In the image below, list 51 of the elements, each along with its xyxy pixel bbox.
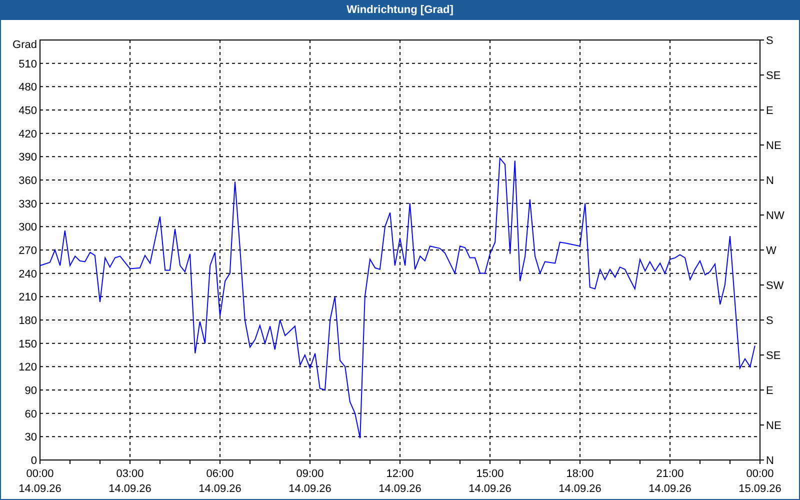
y-tick-label: 480 [18, 82, 37, 94]
window-title: Windrichtung [Grad] [346, 2, 454, 18]
y-tick-label: 210 [18, 292, 37, 304]
x-tick-label: 06:00 [206, 468, 234, 480]
x-tick-label: 15:00 [476, 468, 504, 480]
y-tick-label: 420 [18, 128, 37, 140]
x-tick-date: 14.09.26 [468, 483, 512, 495]
x-tick-date: 14.09.26 [18, 483, 62, 495]
x-tick-label: 21:00 [656, 468, 684, 480]
direction-tick-label: SE [766, 70, 781, 82]
y-axis-title: Grad [12, 39, 37, 51]
y-tick-label: 240 [18, 268, 37, 280]
x-tick-label: 09:00 [296, 468, 324, 480]
y-tick-label: 330 [18, 198, 37, 210]
y-tick-label: 150 [18, 338, 37, 350]
x-tick-date: 15.09.26 [738, 483, 782, 495]
direction-tick-label: NE [766, 140, 782, 152]
y-tick-label: 450 [18, 105, 37, 117]
direction-tick-label: E [766, 105, 774, 117]
direction-tick-label: SW [766, 280, 784, 292]
x-tick-date: 14.09.26 [558, 483, 602, 495]
direction-tick-label: S [766, 315, 774, 327]
x-tick-label: 00:00 [26, 468, 54, 480]
y-tick-label: 120 [18, 362, 37, 374]
x-tick-date: 14.09.26 [288, 483, 332, 495]
y-tick-label: 60 [24, 408, 37, 420]
x-tick-date: 14.09.26 [198, 483, 242, 495]
y-tick-label: 300 [18, 222, 37, 234]
x-tick-label: 03:00 [116, 468, 144, 480]
direction-tick-label: W [766, 245, 776, 257]
y-tick-label: 90 [24, 385, 37, 397]
x-tick-label: 00:00 [746, 468, 774, 480]
y-tick-label: 510 [18, 58, 37, 70]
y-tick-label: 180 [18, 315, 37, 327]
direction-tick-label: E [766, 385, 774, 397]
direction-tick-label: S [766, 35, 774, 47]
y-tick-label: 0 [30, 455, 37, 467]
x-tick-date: 14.09.26 [378, 483, 422, 495]
y-tick-label: 360 [18, 175, 37, 187]
direction-tick-label: SE [766, 350, 781, 362]
direction-tick-label: NE [766, 420, 782, 432]
direction-tick-label: N [766, 455, 774, 467]
y-tick-label: 270 [18, 245, 37, 257]
direction-tick-label: N [766, 175, 774, 187]
x-tick-label: 18:00 [566, 468, 594, 480]
x-tick-date: 14.09.26 [108, 483, 152, 495]
x-tick-label: 12:00 [386, 468, 414, 480]
y-tick-label: 390 [18, 152, 37, 164]
x-tick-date: 14.09.26 [648, 483, 692, 495]
y-tick-label: 30 [24, 432, 37, 444]
direction-tick-label: NW [766, 210, 784, 222]
